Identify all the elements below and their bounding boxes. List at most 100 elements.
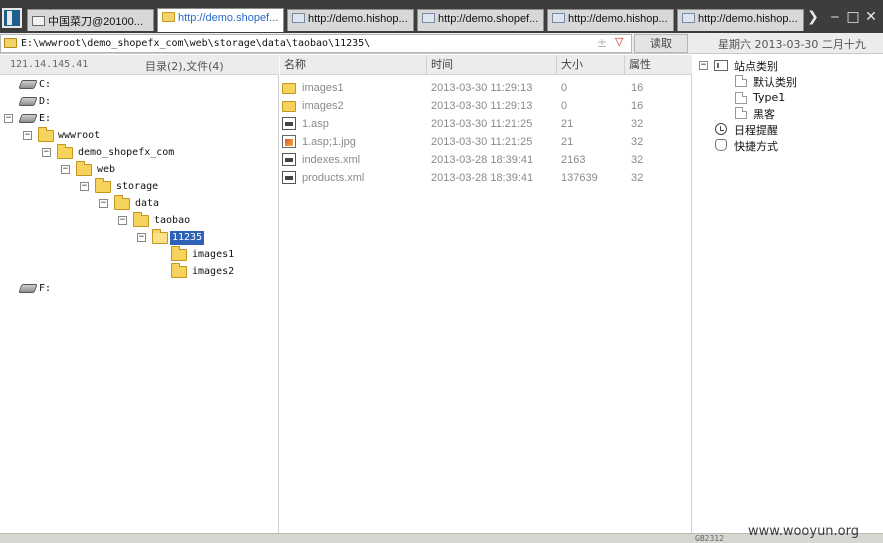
read-button[interactable]: 读取: [634, 34, 688, 53]
tree-node-d-drive[interactable]: D:: [0, 94, 270, 110]
file-row[interactable]: 1.asp 2013-03-30 11:21:25 21 32: [280, 115, 692, 133]
collapse-toggle[interactable]: −: [99, 199, 108, 208]
tree-label: E:: [39, 113, 52, 124]
tab-hishop-2[interactable]: http://demo.hishop...: [547, 9, 674, 31]
drive-icon: [18, 114, 38, 123]
collapse-toggle[interactable]: −: [699, 61, 708, 70]
file-name: products.xml: [302, 172, 365, 184]
category-item-default[interactable]: 默认类别: [693, 73, 878, 89]
tab-label: http://demo.shopef...: [178, 12, 279, 24]
collapse-toggle[interactable]: −: [118, 216, 127, 225]
file-row[interactable]: products.xml 2013-03-28 18:39:41 137639 …: [280, 169, 692, 187]
file-name: images2: [302, 100, 344, 112]
file-size: 0: [561, 100, 568, 112]
path-input[interactable]: E:\wwwroot\demo_shopefx_com\web\storage\…: [0, 34, 632, 53]
window-controls: ❯ ‒ □ ✕: [805, 8, 883, 28]
column-header-attr[interactable]: 属性: [625, 55, 692, 75]
watermark-text: www.wooyun.org: [748, 524, 860, 539]
file-size: 0: [561, 82, 568, 94]
file-row[interactable]: images1 2013-03-30 11:29:13 0 16: [280, 79, 692, 97]
file-row[interactable]: images2 2013-03-30 11:29:13 0 16: [280, 97, 692, 115]
minimize-icon[interactable]: ‒: [827, 8, 843, 26]
collapse-toggle[interactable]: −: [137, 233, 146, 242]
tree-node-c-drive[interactable]: C:: [0, 77, 270, 93]
folder-icon: [4, 38, 17, 48]
column-header-time[interactable]: 时间: [427, 55, 557, 75]
file-row[interactable]: 1.asp;1.jpg 2013-03-30 11:21:25 21 32: [280, 133, 692, 151]
collapse-toggle[interactable]: −: [4, 114, 13, 123]
asp-file-icon: [282, 117, 296, 130]
tab-shopefx-2[interactable]: http://demo.shopef...: [417, 9, 544, 31]
maximize-icon[interactable]: □: [845, 8, 861, 26]
tree-node-f-drive[interactable]: F:: [0, 281, 270, 297]
tree-label: wwwroot: [58, 130, 101, 141]
tree-label: web: [97, 164, 116, 175]
tab-shopefx-active[interactable]: http://demo.shopef...: [157, 8, 284, 32]
file-size: 137639: [561, 172, 598, 184]
category-label: 黑客: [753, 108, 775, 121]
file-row[interactable]: indexes.xml 2013-03-28 18:39:41 2163 32: [280, 151, 692, 169]
file-name: 1.asp;1.jpg: [302, 136, 356, 148]
file-time: 2013-03-30 11:29:13: [431, 82, 533, 94]
column-header-size[interactable]: 大小: [557, 55, 625, 75]
tree-label: D:: [39, 96, 52, 107]
category-item-hacker[interactable]: 黑客: [693, 105, 878, 121]
schedule-reminder-item[interactable]: 日程提醒: [693, 121, 878, 137]
folder-icon: [57, 144, 73, 159]
xml-file-icon: [282, 171, 296, 184]
file-attr: 32: [631, 136, 644, 148]
shortcut-item[interactable]: 快捷方式: [693, 137, 878, 153]
tree-label: taobao: [154, 215, 191, 226]
category-label: 默认类别: [753, 76, 797, 89]
file-time: 2013-03-30 11:21:25: [431, 118, 533, 130]
encoding-status: GB2312: [695, 534, 724, 543]
page-icon: [422, 13, 435, 23]
folder-icon: [171, 246, 187, 261]
tree-node-11235[interactable]: − 11235: [0, 229, 270, 246]
site-category-root[interactable]: − 站点类别: [693, 57, 878, 73]
collapse-toggle[interactable]: −: [80, 182, 89, 191]
file-size: 21: [561, 118, 574, 130]
site-category-panel: − 站点类别 默认类别 Type1 黑客 日程提醒 快捷方式: [693, 55, 883, 533]
tree-node-demo-shopefx-com[interactable]: − demo_shopefx_com: [0, 144, 270, 161]
tree-node-wwwroot[interactable]: − wwwroot: [0, 127, 270, 144]
tree-node-e-drive[interactable]: − E:: [0, 111, 270, 127]
xml-file-icon: [282, 153, 296, 166]
tab-scroll-right-icon[interactable]: ❯: [805, 8, 821, 26]
category-item-type1[interactable]: Type1: [693, 90, 878, 106]
document-icon: [735, 107, 747, 119]
folder-icon: [114, 195, 130, 210]
dropdown-icon[interactable]: ▽: [615, 35, 623, 48]
tree-node-data[interactable]: − data: [0, 195, 270, 212]
app-menu-icon[interactable]: [2, 8, 22, 28]
file-time: 2013-03-28 18:39:41: [431, 172, 534, 184]
tree-node-taobao[interactable]: − taobao: [0, 212, 270, 229]
file-attr: 32: [631, 172, 644, 184]
tab-hishop-3[interactable]: http://demo.hishop...: [677, 9, 804, 31]
tree-label: images2: [192, 266, 235, 277]
collapse-toggle[interactable]: −: [23, 131, 32, 140]
tree-node-web[interactable]: − web: [0, 161, 270, 178]
category-root-icon: [714, 60, 728, 71]
tree-node-images1[interactable]: images1: [0, 246, 270, 263]
tree-node-storage[interactable]: − storage: [0, 178, 270, 195]
file-time: 2013-03-30 11:29:13: [431, 100, 533, 112]
collapse-toggle[interactable]: −: [42, 148, 51, 157]
tree-node-images2[interactable]: images2: [0, 263, 270, 280]
file-size: 2163: [561, 154, 586, 166]
drive-icon: [18, 97, 38, 106]
tab-caidao[interactable]: 中国菜刀@20100...: [27, 9, 154, 31]
address-bar: E:\wwwroot\demo_shopefx_com\web\storage\…: [0, 33, 883, 54]
file-name: indexes.xml: [302, 154, 361, 166]
tree-label: F:: [39, 283, 52, 294]
plus-minus-icon[interactable]: ±: [597, 36, 607, 50]
drive-icon: [18, 284, 38, 293]
column-header-name[interactable]: 名称: [280, 55, 427, 75]
tree-label: C:: [39, 79, 52, 90]
tab-hishop-1[interactable]: http://demo.hishop...: [287, 9, 414, 31]
close-icon[interactable]: ✕: [863, 8, 879, 26]
collapse-toggle[interactable]: −: [61, 165, 70, 174]
file-size: 21: [561, 136, 574, 148]
server-ip: 121.14.145.41: [10, 59, 89, 70]
window-icon: [32, 16, 45, 26]
